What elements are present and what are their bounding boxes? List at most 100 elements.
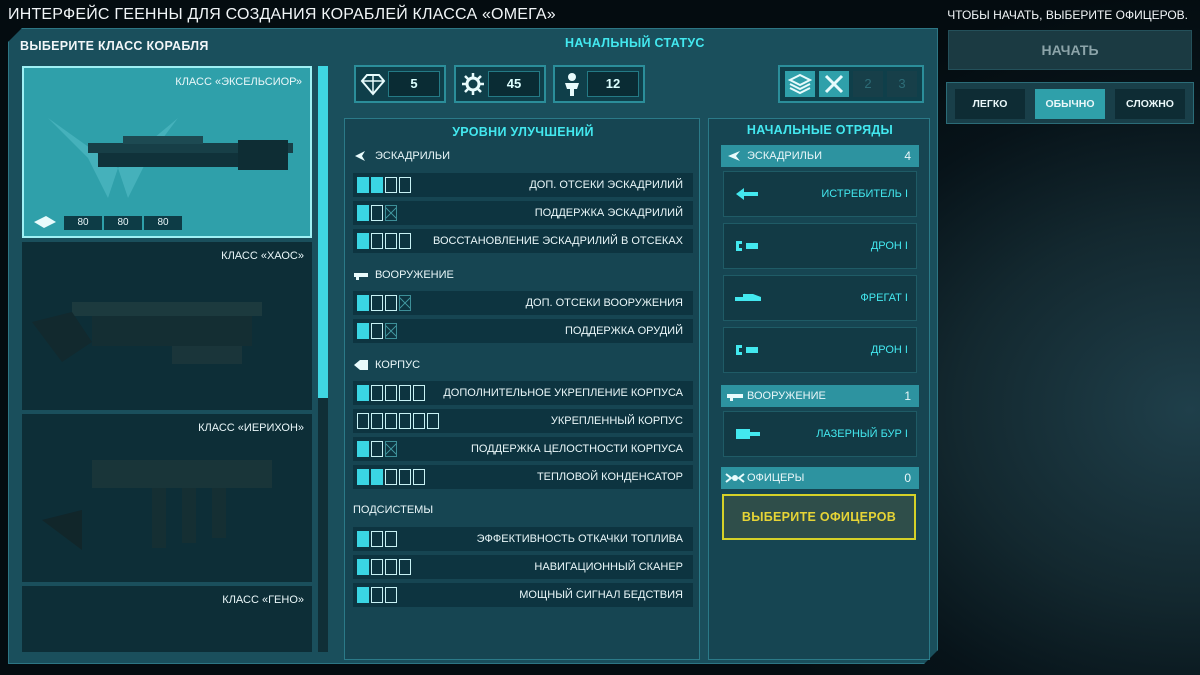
upgrade-row[interactable]: МОЩНЫЙ СИГНАЛ БЕДСТВИЯ — [353, 583, 693, 607]
upgrade-label: ДОПОЛНИТЕЛЬНОЕ УКРЕПЛЕНИЕ КОРПУСА — [443, 387, 683, 399]
squadrons-header: ЭСКАДРИЛЬИ 4 — [721, 145, 919, 167]
ship-class-label: КЛАСС «ЭКСЕЛЬСИОР» — [175, 76, 302, 88]
squad-item-label: ИСТРЕБИТЕЛЬ I — [821, 188, 908, 200]
upgrade-row[interactable]: ЭФФЕКТИВНОСТЬ ОТКАЧКИ ТОПЛИВА — [353, 527, 693, 551]
upgrade-pip-empty — [413, 469, 425, 485]
ship-select-title: ВЫБЕРИТЕ КЛАСС КОРАБЛЯ — [20, 39, 209, 53]
upgrade-row[interactable]: УКРЕПЛЕННЫЙ КОРПУС — [353, 409, 693, 433]
upgrade-pip-empty — [371, 385, 383, 401]
squad-item-label: ДРОН I — [870, 240, 908, 252]
upgrades-panel: УРОВНИ УЛУЧШЕНИЙ ЭСКАДРИЛЬИ ДОП. ОТСЕКИ … — [344, 118, 700, 660]
weapon-item-laser-drill[interactable]: ЛАЗЕРНЫЙ БУР I — [723, 411, 917, 457]
cubes-icon — [360, 74, 386, 96]
difficulty-hard[interactable]: СЛОЖНО — [1115, 89, 1185, 119]
upgrade-pip-locked — [399, 295, 411, 311]
section-hull: КОРПУС — [375, 359, 421, 371]
difficulty-normal[interactable]: ОБЫЧНО — [1035, 89, 1105, 119]
squad-item-frigate[interactable]: ФРЕГАТ I — [723, 275, 917, 321]
crew-icon — [565, 73, 579, 96]
layers-icon — [787, 73, 813, 95]
upgrade-pip-filled — [357, 233, 369, 249]
card-stat-icon — [34, 216, 56, 228]
upgrade-pip-empty — [413, 385, 425, 401]
start-button[interactable]: НАЧАТЬ — [948, 30, 1192, 70]
squad-item-fighter[interactable]: ИСТРЕБИТЕЛЬ I — [723, 171, 917, 217]
upgrade-pip-filled — [371, 177, 383, 193]
frigate-icon — [735, 294, 761, 301]
upgrade-pip-empty — [371, 559, 383, 575]
tab-3[interactable]: 3 — [887, 71, 917, 97]
upgrade-pips — [357, 441, 397, 457]
jericho-ship-icon — [42, 460, 272, 550]
upgrade-pip-empty — [371, 205, 383, 221]
ship-list-scroll-thumb[interactable] — [318, 66, 328, 398]
weapon-item-label: ЛАЗЕРНЫЙ БУР I — [816, 428, 908, 440]
upgrade-row[interactable]: ПОДДЕРЖКА ЭСКАДРИЛИЙ — [353, 201, 693, 225]
select-officers-button[interactable]: ВЫБЕРИТЕ ОФИЦЕРОВ — [722, 494, 916, 540]
upgrade-label: ТЕПЛОВОЙ КОНДЕНСАТОР — [536, 471, 683, 483]
upgrade-label: УКРЕПЛЕННЫЙ КОРПУС — [550, 415, 683, 427]
upgrade-pip-locked — [385, 441, 397, 457]
resource-crew: 12 — [553, 65, 645, 103]
tab-2[interactable]: 2 — [853, 71, 883, 97]
upgrade-pip-empty — [399, 385, 411, 401]
layers-tab[interactable] — [785, 71, 815, 97]
upgrade-pip-empty — [357, 413, 369, 429]
fighter-icon — [736, 188, 758, 200]
upgrade-pips — [357, 587, 397, 603]
ship-card-geno[interactable]: КЛАСС «ГЕНО» — [22, 586, 312, 652]
upgrade-pip-empty — [385, 559, 397, 575]
upgrade-label: ЭФФЕКТИВНОСТЬ ОТКАЧКИ ТОПЛИВА — [476, 533, 683, 545]
upgrade-row[interactable]: ТЕПЛОВОЙ КОНДЕНСАТОР — [353, 465, 693, 489]
upgrade-pip-filled — [357, 385, 369, 401]
upgrade-pips — [357, 295, 411, 311]
upgrade-pip-filled — [357, 531, 369, 547]
upgrade-row[interactable]: ПОДДЕРЖКА ОРУДИЙ — [353, 319, 693, 343]
upgrade-label: ДОП. ОТСЕКИ ЭСКАДРИЛИЙ — [529, 179, 683, 191]
status-title: НАЧАЛЬНЫЙ СТАТУС — [565, 36, 705, 50]
upgrade-label: ДОП. ОТСЕКИ ВООРУЖЕНИЯ — [525, 297, 683, 309]
upgrade-pips — [357, 205, 397, 221]
section-subsystems: ПОДСИСТЕМЫ — [353, 504, 434, 516]
chaos-ship-icon — [32, 302, 262, 364]
gear-icon — [462, 73, 484, 95]
upgrade-pip-empty — [371, 531, 383, 547]
upgrade-row[interactable]: ПОДДЕРЖКА ЦЕЛОСТНОСТИ КОРПУСА — [353, 437, 693, 461]
upgrade-row[interactable]: ДОПОЛНИТЕЛЬНОЕ УКРЕПЛЕНИЕ КОРПУСА — [353, 381, 693, 405]
ship-class-label: КЛАСС «ХАОС» — [221, 250, 304, 262]
upgrade-row[interactable]: ДОП. ОТСЕКИ ЭСКАДРИЛИЙ — [353, 173, 693, 197]
resource-scrap: 45 — [454, 65, 546, 103]
excelsior-ship-icon — [48, 118, 293, 198]
tools-tab[interactable] — [819, 71, 849, 97]
upgrade-pip-empty — [399, 177, 411, 193]
ship-card-chaos[interactable]: КЛАСС «ХАОС» — [22, 242, 312, 410]
upgrade-pips — [357, 233, 411, 249]
resource-value: 45 — [488, 71, 540, 97]
upgrade-pip-empty — [385, 413, 397, 429]
upgrade-pip-empty — [385, 587, 397, 603]
weapon-icon — [727, 394, 743, 401]
upgrade-row[interactable]: ВОССТАНОВЛЕНИЕ ЭСКАДРИЛИЙ В ОТСЕКАХ — [353, 229, 693, 253]
squad-item-drone[interactable]: ДРОН I — [723, 223, 917, 269]
weapon-icon — [354, 273, 368, 280]
upgrade-row[interactable]: ДОП. ОТСЕКИ ВООРУЖЕНИЯ — [353, 291, 693, 315]
upgrade-pips — [357, 413, 439, 429]
squad-item-drone[interactable]: ДРОН I — [723, 327, 917, 373]
difficulty-easy[interactable]: ЛЕГКО — [955, 89, 1025, 119]
upgrade-pip-empty — [385, 295, 397, 311]
upgrade-row[interactable]: НАВИГАЦИОННЫЙ СКАНЕР — [353, 555, 693, 579]
status-toolbox: 2 3 — [778, 65, 924, 103]
squadrons-label: ЭСКАДРИЛЬИ — [747, 150, 822, 162]
officers-header: ОФИЦЕРЫ 0 — [721, 467, 919, 489]
upgrade-pip-empty — [399, 413, 411, 429]
squad-item-label: ДРОН I — [870, 344, 908, 356]
upgrade-pip-empty — [371, 441, 383, 457]
resource-value: 5 — [388, 71, 440, 97]
weapons-count: 1 — [904, 389, 911, 403]
upgrade-pip-filled — [357, 177, 369, 193]
ship-card-jericho[interactable]: КЛАСС «ИЕРИХОН» — [22, 414, 312, 582]
start-hint: ЧТОБЫ НАЧАТЬ, ВЫБЕРИТЕ ОФИЦЕРОВ. — [947, 8, 1188, 22]
ship-card-excelsior[interactable]: КЛАСС «ЭКСЕЛЬСИОР» 80 80 80 — [22, 66, 312, 238]
upgrade-label: ВОССТАНОВЛЕНИЕ ЭСКАДРИЛИЙ В ОТСЕКАХ — [432, 235, 683, 247]
upgrade-pips — [357, 559, 411, 575]
